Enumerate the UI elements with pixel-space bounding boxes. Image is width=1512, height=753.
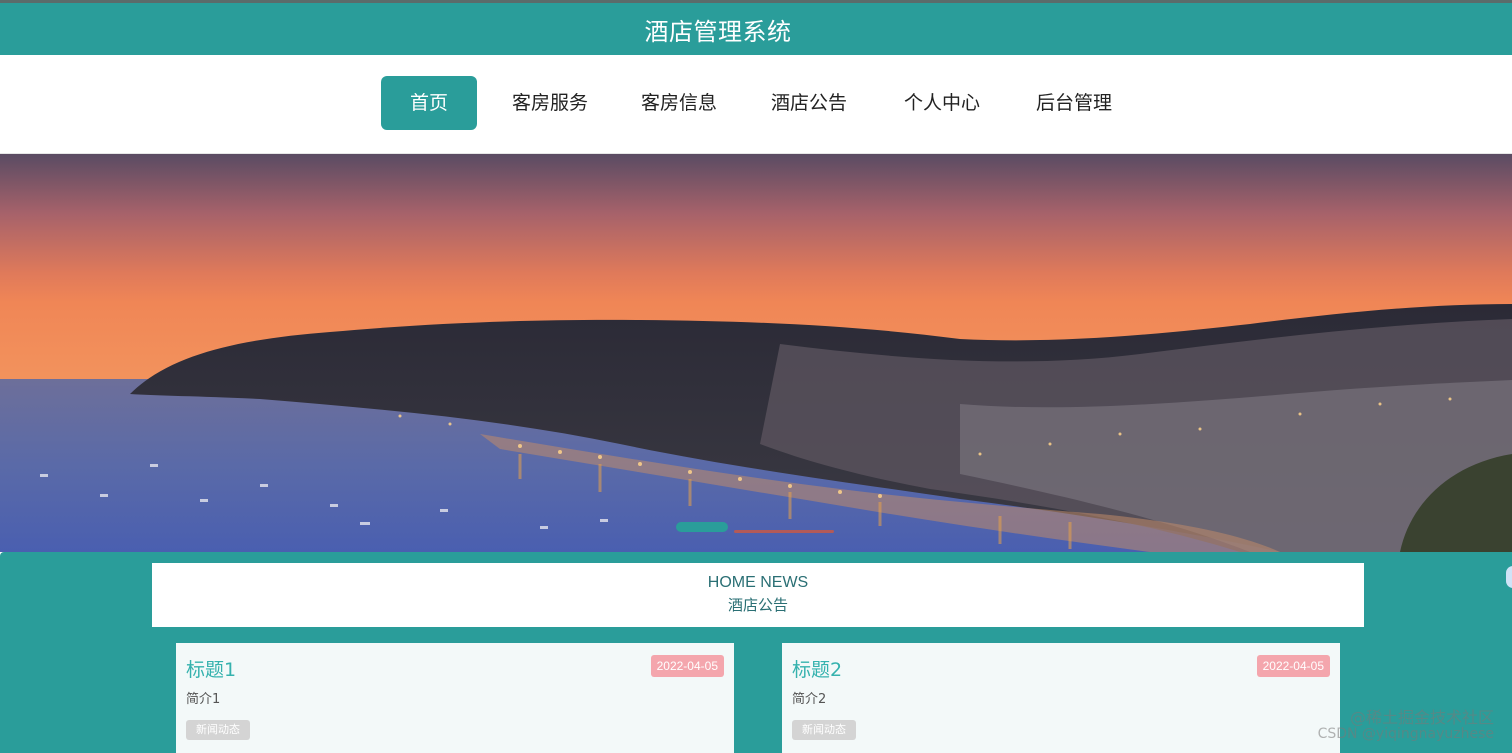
watermark-line-2: CSDN @yiqingnayuzhese xyxy=(1317,726,1494,742)
floating-side-button[interactable] xyxy=(1506,566,1512,588)
watermark-line-1: @稀土掘金技术社区 xyxy=(1349,708,1494,727)
news-card-date-badge: 2022-04-05 xyxy=(650,655,724,677)
news-section: HOME NEWS 酒店公告 标题1 2022-04-05 简介1 新闻动态 标… xyxy=(0,552,1512,753)
news-card-tag: 新闻动态 xyxy=(186,720,250,740)
nav-item-room-service[interactable]: 客房服务 xyxy=(503,76,597,130)
nav-item-admin[interactable]: 后台管理 xyxy=(1027,76,1121,130)
carousel-indicator-2[interactable] xyxy=(734,530,834,533)
nav-item-home[interactable]: 首页 xyxy=(381,76,477,130)
news-heading-en: HOME NEWS xyxy=(707,574,809,591)
harbor-sunset-image xyxy=(0,154,1512,552)
hero-carousel[interactable] xyxy=(0,154,1512,552)
main-nav: 首页 客房服务 客房信息 酒店公告 个人中心 后台管理 xyxy=(0,55,1512,154)
news-card-brief: 简介1 xyxy=(186,692,221,707)
nav-item-hotel-notice[interactable]: 酒店公告 xyxy=(762,76,856,130)
carousel-indicator-1[interactable] xyxy=(676,522,728,532)
news-header: HOME NEWS 酒店公告 xyxy=(152,563,1364,627)
news-heading-cn: 酒店公告 xyxy=(727,596,788,614)
app-titlebar: 酒店管理系统 xyxy=(0,3,1512,55)
news-card-brief: 简介2 xyxy=(792,692,827,707)
watermark: @稀土掘金技术社区 CSDN @yiqingnayuzhese xyxy=(1317,708,1494,743)
app-title: 酒店管理系统 xyxy=(644,17,792,46)
nav-item-room-info[interactable]: 客房信息 xyxy=(632,76,726,130)
news-card-title[interactable]: 标题1 xyxy=(186,655,236,682)
news-card[interactable]: 标题2 2022-04-05 简介2 新闻动态 xyxy=(782,643,1340,753)
news-card-title[interactable]: 标题2 xyxy=(792,655,842,682)
news-card-date-badge: 2022-04-05 xyxy=(1256,655,1330,677)
nav-item-personal-center[interactable]: 个人中心 xyxy=(895,76,989,130)
news-card[interactable]: 标题1 2022-04-05 简介1 新闻动态 xyxy=(176,643,734,753)
news-card-tag: 新闻动态 xyxy=(792,720,856,740)
